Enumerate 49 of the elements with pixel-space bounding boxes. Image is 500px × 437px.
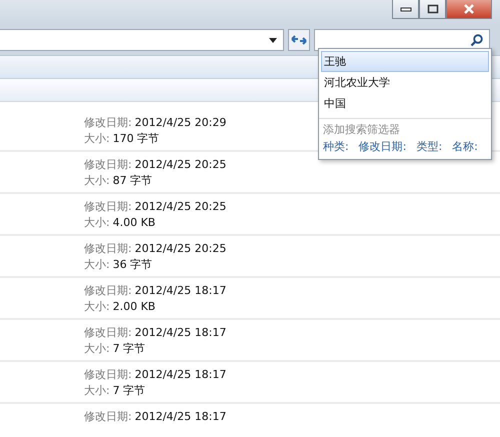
suggestion-item[interactable]: 河北农业大学 [321,72,489,93]
search-icon [470,34,483,46]
filter-link[interactable]: 种类: [323,139,349,155]
modified-date: 2012/4/25 20:29 [134,116,226,129]
size-label: 大小: [84,174,110,187]
size-label: 大小: [84,258,110,271]
minimize-button[interactable] [392,0,419,19]
size-label: 大小: [84,216,110,229]
refresh-arrows-icon [291,34,307,46]
address-field[interactable] [0,29,284,51]
date-label: 修改日期: [84,116,132,129]
date-label: 修改日期: [84,158,132,171]
file-size: 7 字节 [112,342,146,355]
suggestion-item[interactable]: 王驰 [321,51,489,72]
size-label: 大小: [84,132,110,145]
modified-date: 2012/4/25 18:17 [134,410,226,423]
modified-date: 2012/4/25 20:25 [134,200,226,213]
modified-date: 2012/4/25 20:25 [134,158,226,171]
file-size: 87 字节 [112,174,152,187]
size-label: 大小: [84,300,110,313]
date-label: 修改日期: [84,242,132,255]
date-label: 修改日期: [84,410,132,423]
date-label: 修改日期: [84,284,132,297]
file-size: 170 字节 [112,132,160,145]
maximize-button[interactable] [419,0,446,19]
file-size: 4.00 KB [112,216,156,229]
dropdown-icon [269,38,277,42]
size-label: 大小: [84,342,110,355]
date-label: 修改日期: [84,326,132,339]
close-icon [463,4,475,14]
file-size: 2.00 KB [112,300,156,313]
modified-date: 2012/4/25 18:17 [134,284,226,297]
modified-date: 2012/4/25 20:25 [134,242,226,255]
minimize-icon [400,6,412,12]
size-label: 大小: [84,384,110,397]
filter-link[interactable]: 名称: [452,139,478,155]
modified-date: 2012/4/25 18:17 [134,326,226,339]
date-label: 修改日期: [84,368,132,381]
modified-date: 2012/4/25 18:17 [134,368,226,381]
filter-link[interactable]: 类型: [416,139,442,155]
date-label: 修改日期: [84,200,132,213]
close-button[interactable] [446,0,492,19]
refresh-button[interactable] [288,29,310,51]
maximize-icon [426,4,438,14]
suggestion-item[interactable]: 中国 [321,93,489,114]
filter-hint: 添加搜索筛选器 [322,122,401,138]
file-size: 36 字节 [112,258,152,271]
filter-link[interactable]: 修改日期: [358,139,406,155]
file-size: 7 字节 [112,384,146,397]
